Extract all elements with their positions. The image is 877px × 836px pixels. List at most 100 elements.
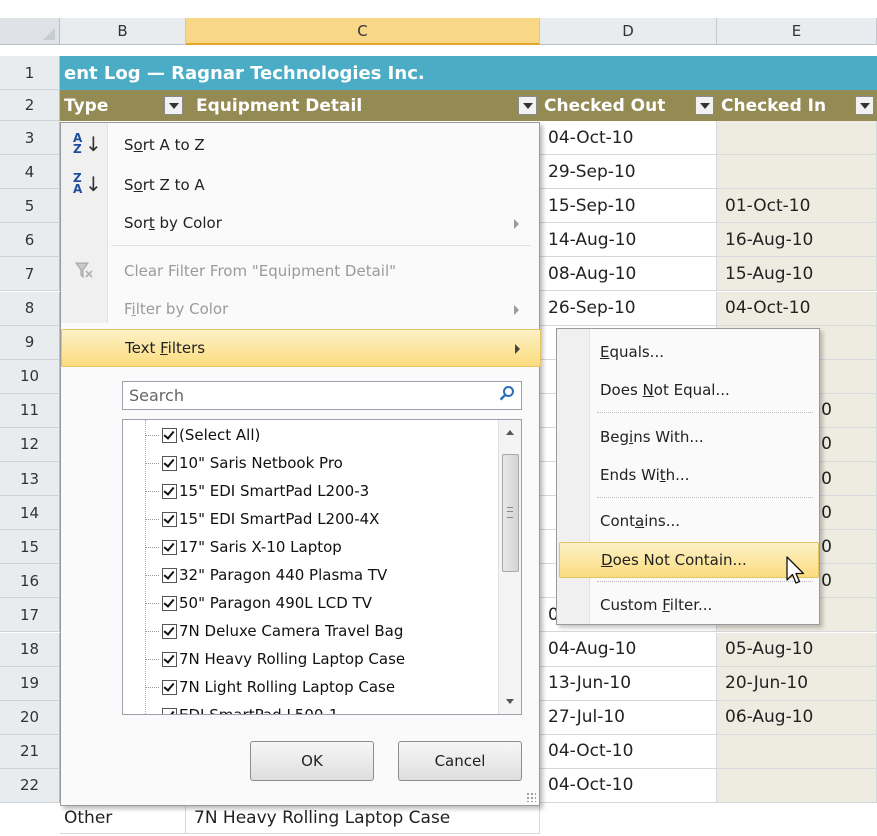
row-header-11[interactable]: 11 [0,393,60,428]
cell-d3[interactable]: 04-Oct-10 [540,121,717,155]
cell-e4[interactable] [717,155,877,190]
list-item[interactable]: 15" EDI SmartPad L200-3 [123,477,493,505]
checkbox[interactable] [162,652,177,667]
submenu-does-not-equal[interactable]: Does Not Equal... [559,373,817,407]
submenu-equals[interactable]: Equals... [559,335,817,369]
row-header-20[interactable]: 20 [0,700,60,735]
row-header-16[interactable]: 16 [0,564,60,599]
row-header-8[interactable]: 8 [0,291,60,326]
row-header-9[interactable]: 9 [0,325,60,360]
menu-sort-by-color[interactable]: Sort by Color [61,205,539,241]
checkbox[interactable] [162,624,177,639]
row-header-10[interactable]: 10 [0,359,60,394]
cell-d21[interactable]: 04-Oct-10 [540,734,717,769]
cell-d20[interactable]: 27-Jul-10 [540,700,717,735]
list-item-select-all[interactable]: (Select All) [123,421,493,449]
list-item[interactable]: 10" Saris Netbook Pro [123,449,493,477]
row-header-4[interactable]: 4 [0,155,60,190]
row-header-12[interactable]: 12 [0,427,60,462]
checkbox[interactable] [162,680,177,695]
row-header-22[interactable]: 22 [0,768,60,803]
filter-dropdown-checked-out[interactable] [695,96,714,115]
header-checked-out: Checked Out [540,90,717,121]
list-item[interactable]: 7N Heavy Rolling Laptop Case [123,645,493,673]
list-item[interactable]: 17" Saris X-10 Laptop [123,533,493,561]
cell-e21[interactable] [717,734,877,769]
row-header-6[interactable]: 6 [0,223,60,258]
cell-d19[interactable]: 13-Jun-10 [540,666,717,701]
cell-e5[interactable]: 01-Oct-10 [717,189,877,224]
list-item-label: 50" Paragon 490L LCD TV [179,594,372,612]
cell-e3[interactable] [717,121,877,155]
search-input[interactable]: Search [122,381,522,410]
filter-dropdown-type[interactable] [164,96,183,115]
submenu-does-not-contain[interactable]: Does Not Contain... [559,542,819,578]
cell-c22[interactable]: 7N Heavy Rolling Laptop Case [186,803,540,834]
list-item[interactable]: 15" EDI SmartPad L200-4X [123,505,493,533]
row-header-19[interactable]: 19 [0,666,60,701]
list-scrollbar[interactable] [498,420,521,714]
cell-d4[interactable]: 29-Sep-10 [540,155,717,190]
row-header-3[interactable]: 3 [0,121,60,155]
row-header-14[interactable]: 14 [0,496,60,531]
row-header-5[interactable]: 5 [0,189,60,224]
filter-dropdown-detail[interactable] [518,96,537,115]
cell-e20[interactable]: 06-Aug-10 [717,700,877,735]
cell-e7[interactable]: 15-Aug-10 [717,257,877,292]
cell-d7[interactable]: 08-Aug-10 [540,257,717,292]
cell-e8[interactable]: 04-Oct-10 [717,291,877,326]
row-header-15[interactable]: 15 [0,530,60,565]
resize-grip-icon[interactable] [526,792,536,802]
row-header-17[interactable]: 17 [0,598,60,633]
checkbox[interactable] [162,568,177,583]
cell-e19[interactable]: 20-Jun-10 [717,666,877,701]
cancel-button[interactable]: Cancel [398,741,522,781]
list-item[interactable]: 7N Deluxe Camera Travel Bag [123,617,493,645]
scroll-down-icon[interactable] [506,699,514,704]
row-header-1[interactable]: 1 [0,56,60,90]
list-item[interactable]: 32" Paragon 440 Plasma TV [123,561,493,589]
row-header-18[interactable]: 18 [0,632,60,667]
scroll-up-icon[interactable] [506,430,514,435]
cell-e6[interactable]: 16-Aug-10 [717,223,877,258]
row-header-7[interactable]: 7 [0,257,60,292]
cell-d18[interactable]: 04-Aug-10 [540,632,717,667]
ok-button[interactable]: OK [250,741,374,781]
checkbox[interactable] [162,484,177,499]
submenu-ends-with[interactable]: Ends With... [559,458,817,492]
menu-text-filters[interactable]: Text Filters [61,329,541,367]
row-header-21[interactable]: 21 [0,734,60,769]
list-item[interactable]: 7N Light Rolling Laptop Case [123,673,493,701]
row-header-13[interactable]: 13 [0,462,60,496]
column-header-e[interactable]: E [717,18,877,45]
cell-d5[interactable]: 15-Sep-10 [540,189,717,224]
checkbox[interactable] [162,540,177,555]
select-all-corner[interactable] [0,18,60,45]
checkbox[interactable] [162,428,177,443]
cell-e18[interactable]: 05-Aug-10 [717,632,877,667]
list-item[interactable]: 50" Paragon 490L LCD TV [123,589,493,617]
cell-b22[interactable]: Other [60,803,186,834]
column-header-b[interactable]: B [60,18,186,45]
cell-d8[interactable]: 26-Sep-10 [540,291,717,326]
column-header-d[interactable]: D [540,18,717,45]
cell-d22[interactable]: 04-Oct-10 [540,768,717,803]
column-header-c[interactable]: C [186,18,540,45]
list-item[interactable]: EDI SmartPad L500-1 [123,701,493,714]
filter-values-list[interactable]: (Select All) 10" Saris Netbook Pro 15" EDI… [122,419,522,715]
checkbox[interactable] [162,456,177,471]
checkbox[interactable] [162,708,177,714]
cell-d6[interactable]: 14-Aug-10 [540,223,717,258]
menu-sort-z-to-a[interactable]: Z A ↓ Sort Z to A [61,167,539,203]
scroll-thumb[interactable] [502,454,519,572]
submenu-contains[interactable]: Contains... [559,504,817,538]
cell-e22[interactable] [717,768,877,803]
filter-dropdown-checked-in[interactable] [855,96,874,115]
submenu-custom-filter[interactable]: Custom Filter... [559,588,817,622]
row-header-2[interactable]: 2 [0,90,60,121]
checkbox[interactable] [162,596,177,611]
submenu-begins-with[interactable]: Begins With... [559,420,817,454]
search-icon[interactable] [499,385,515,401]
menu-sort-a-to-z[interactable]: A Z ↓ Sort A to Z [61,127,539,163]
checkbox[interactable] [162,512,177,527]
